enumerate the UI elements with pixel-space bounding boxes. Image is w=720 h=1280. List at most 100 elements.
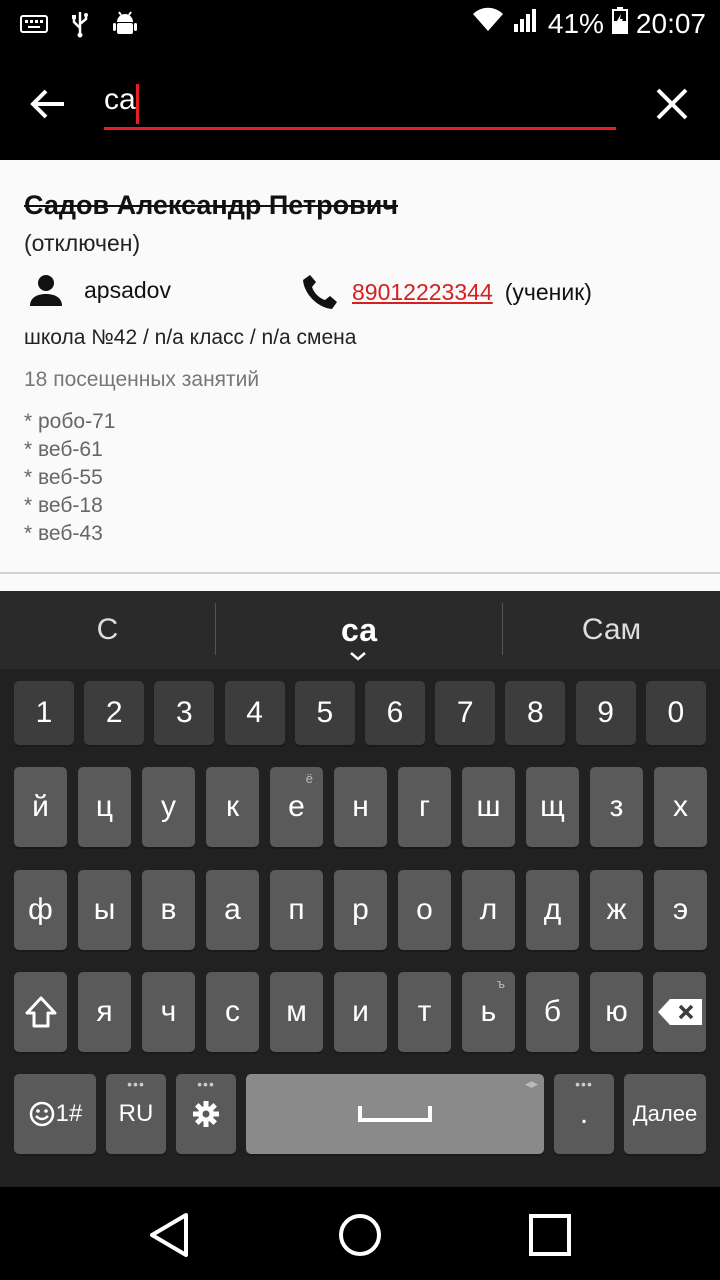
visits-count: 18 посещенных занятий xyxy=(24,368,260,391)
key-digit-0[interactable]: 0 xyxy=(645,681,706,745)
nav-back-button[interactable] xyxy=(146,1211,194,1259)
group-item: * робо-71 xyxy=(24,410,116,433)
key-к-label: к xyxy=(225,790,240,823)
close-icon xyxy=(656,88,688,120)
shift-key[interactable] xyxy=(14,972,67,1052)
key-ю[interactable]: ю xyxy=(590,972,643,1052)
more-dots-icon: ••• xyxy=(575,1076,593,1092)
usb-icon xyxy=(70,10,90,43)
key-digit-7-label: 7 xyxy=(456,696,474,729)
key-с-label: с xyxy=(225,995,240,1028)
key-ы[interactable]: ы xyxy=(78,870,131,950)
group-item: * веб-61 xyxy=(24,438,103,461)
key-digit-7[interactable]: 7 xyxy=(435,681,496,745)
backspace-key[interactable] xyxy=(653,972,706,1052)
enter-key[interactable]: Далее xyxy=(624,1074,706,1154)
key-н[interactable]: н xyxy=(334,767,387,847)
key-у[interactable]: у xyxy=(142,767,195,847)
signal-icon xyxy=(512,6,540,41)
key-м[interactable]: м xyxy=(270,972,323,1052)
key-х[interactable]: х xyxy=(654,767,707,847)
key-б[interactable]: б xyxy=(526,972,579,1052)
key-digit-0-label: 0 xyxy=(667,696,685,729)
key-р[interactable]: р xyxy=(334,870,387,950)
language-key[interactable]: RU ••• xyxy=(106,1074,166,1154)
square-recents-icon xyxy=(529,1214,571,1256)
backspace-icon xyxy=(657,999,702,1025)
key-digit-8[interactable]: 8 xyxy=(505,681,566,745)
key-я-label: я xyxy=(96,995,113,1028)
key-ч[interactable]: ч xyxy=(142,972,195,1052)
key-щ[interactable]: щ xyxy=(526,767,579,847)
key-й-label: й xyxy=(32,790,49,823)
key-ж[interactable]: ж xyxy=(590,870,643,950)
key-digit-2[interactable]: 2 xyxy=(84,681,145,745)
back-button[interactable] xyxy=(26,82,70,126)
key-п[interactable]: п xyxy=(270,870,323,950)
key-ь[interactable]: ьъ xyxy=(462,972,515,1052)
suggestion-right[interactable]: Сам xyxy=(503,591,720,669)
key-ш-label: ш xyxy=(476,790,501,823)
key-digit-5[interactable]: 5 xyxy=(294,681,355,745)
key-э[interactable]: э xyxy=(654,870,707,950)
phone-row: 89012223344 (ученик) xyxy=(300,272,592,312)
key-ф[interactable]: ф xyxy=(14,870,67,950)
key-о[interactable]: о xyxy=(398,870,451,950)
settings-key[interactable]: ••• xyxy=(176,1074,236,1154)
login-text: apsadov xyxy=(84,276,171,303)
battery-icon xyxy=(611,6,628,41)
key-г[interactable]: г xyxy=(398,767,451,847)
key-digit-1[interactable]: 1 xyxy=(14,681,74,745)
key-digit-3[interactable]: 3 xyxy=(154,681,215,745)
nav-recents-button[interactable] xyxy=(526,1211,574,1259)
student-result-card[interactable]: Садов Александр Петрович (отключен) apsa… xyxy=(0,160,720,574)
key-л-label: л xyxy=(479,893,498,926)
key-digit-8-label: 8 xyxy=(527,696,544,729)
key-digit-6[interactable]: 6 xyxy=(365,681,425,745)
key-х-label: х xyxy=(673,790,688,823)
key-с[interactable]: с xyxy=(206,972,259,1052)
suggestion-strip: С са Сам xyxy=(0,591,720,669)
key-digit-9[interactable]: 9 xyxy=(575,681,636,745)
key-е[interactable]: её xyxy=(270,767,323,847)
key-т[interactable]: т xyxy=(398,972,451,1052)
key-и[interactable]: и xyxy=(334,972,387,1052)
key-т-label: т xyxy=(417,995,432,1028)
key-д[interactable]: д xyxy=(526,870,579,950)
arrow-back-icon xyxy=(30,89,64,119)
wifi-icon xyxy=(472,7,504,40)
clear-search-button[interactable] xyxy=(652,84,692,124)
key-digit-4[interactable]: 4 xyxy=(224,681,285,745)
smiley-icon xyxy=(29,1101,54,1127)
triangle-back-icon xyxy=(150,1213,188,1257)
key-ц[interactable]: ц xyxy=(78,767,131,847)
groups-list: * робо-71 * веб-61 * веб-55 * веб-18 * в… xyxy=(24,408,115,548)
shift-icon xyxy=(25,996,56,1028)
key-а[interactable]: а xyxy=(206,870,259,950)
search-input[interactable] xyxy=(104,78,616,130)
login-row: apsadov xyxy=(28,272,171,308)
key-hint: ё xyxy=(305,771,313,786)
space-key[interactable]: ◂▸ xyxy=(246,1074,544,1154)
period-key[interactable]: . ••• xyxy=(554,1074,614,1154)
key-й[interactable]: й xyxy=(14,767,67,847)
chevron-down-icon[interactable] xyxy=(348,651,368,661)
key-ц-label: ц xyxy=(95,790,114,823)
key-б-label: б xyxy=(543,995,562,1028)
phone-link[interactable]: 89012223344 xyxy=(352,279,493,306)
key-я[interactable]: я xyxy=(78,972,131,1052)
symbols-key[interactable]: 1# xyxy=(14,1074,96,1154)
suggestion-left[interactable]: С xyxy=(0,591,215,669)
group-item: * веб-43 xyxy=(24,522,103,545)
key-в[interactable]: в xyxy=(142,870,195,950)
student-name: Садов Александр Петрович xyxy=(24,190,398,220)
key-л[interactable]: л xyxy=(462,870,515,950)
more-dots-icon: ••• xyxy=(127,1076,145,1092)
key-к[interactable]: к xyxy=(206,767,259,847)
key-п-label: п xyxy=(288,893,305,926)
person-icon xyxy=(30,275,62,306)
key-з[interactable]: з xyxy=(590,767,643,847)
key-у-label: у xyxy=(161,790,176,823)
key-ш[interactable]: ш xyxy=(462,767,515,847)
nav-home-button[interactable] xyxy=(336,1211,384,1259)
